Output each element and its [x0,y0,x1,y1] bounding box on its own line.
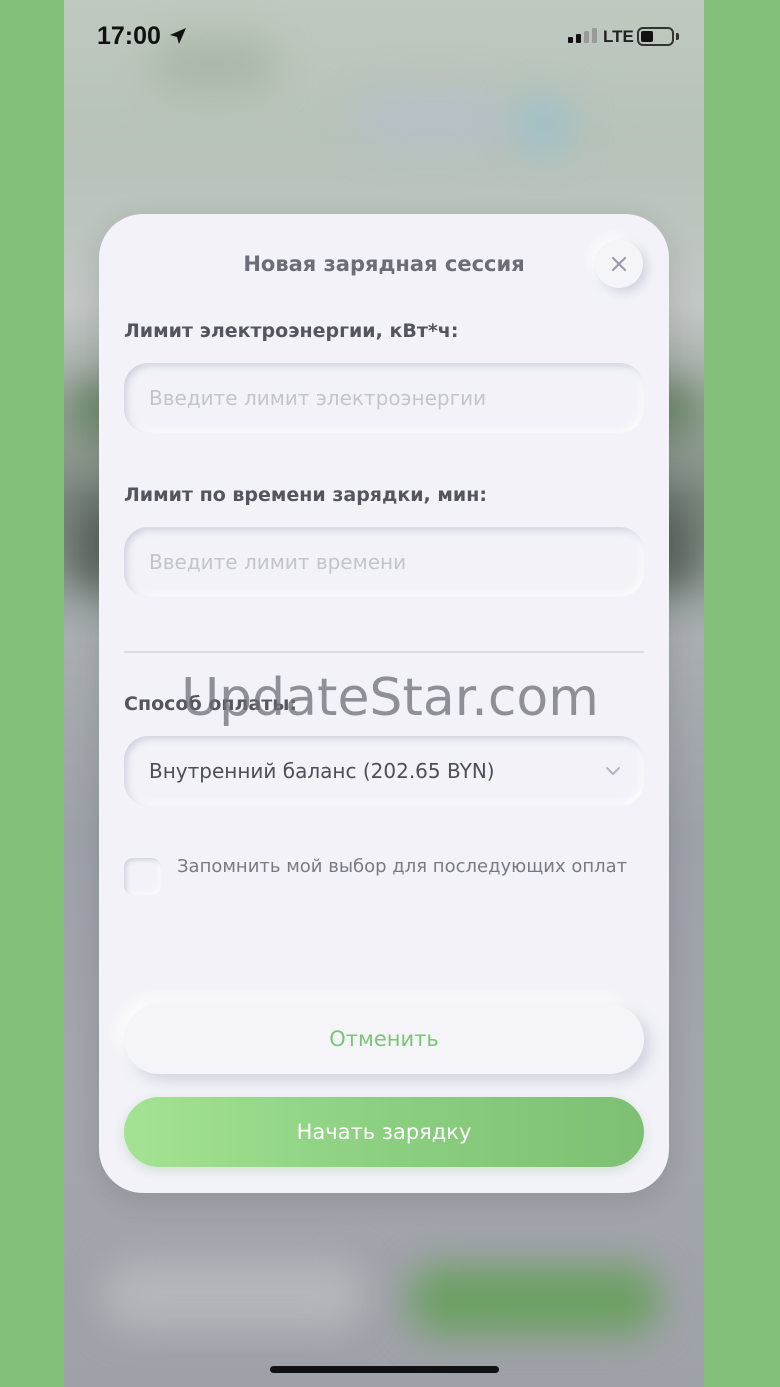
start-charging-button[interactable]: Начать зарядку [124,1097,644,1167]
network-type: LTE [603,27,634,46]
signal-icon [568,28,597,43]
payment-method-label: Способ оплаты: [124,693,298,715]
divider [124,651,644,653]
payment-method-value: Внутренний баланс (202.65 BYN) [149,759,495,783]
remember-choice-label: Запомнить мой выбор для последующих опла… [177,856,628,877]
time-limit-input[interactable]: Введите лимит времени [124,527,644,597]
charging-session-modal: Новая зарядная сессия Лимит электроэнерг… [99,214,669,1193]
clock-time: 17:00 [97,22,161,50]
location-arrow-icon [170,28,186,44]
remember-choice-checkbox[interactable] [124,858,161,895]
cancel-button[interactable]: Отменить [124,1004,644,1074]
energy-limit-placeholder: Введите лимит электроэнергии [149,386,487,410]
battery-icon [637,27,674,46]
payment-method-select[interactable]: Внутренний баланс (202.65 BYN) [124,736,644,806]
close-button[interactable] [595,240,643,288]
time-limit-placeholder: Введите лимит времени [149,550,407,574]
energy-limit-label: Лимит электроэнергии, кВт*ч: [124,320,459,342]
status-bar: 17:00 LTE [0,0,780,74]
close-icon [611,256,627,272]
modal-title: Новая зарядная сессия [243,252,525,276]
time-limit-label: Лимит по времени зарядки, мин: [124,484,487,506]
chevron-down-icon [606,767,620,775]
battery-tip [676,33,679,40]
home-indicator [270,1366,499,1373]
energy-limit-input[interactable]: Введите лимит электроэнергии [124,363,644,433]
